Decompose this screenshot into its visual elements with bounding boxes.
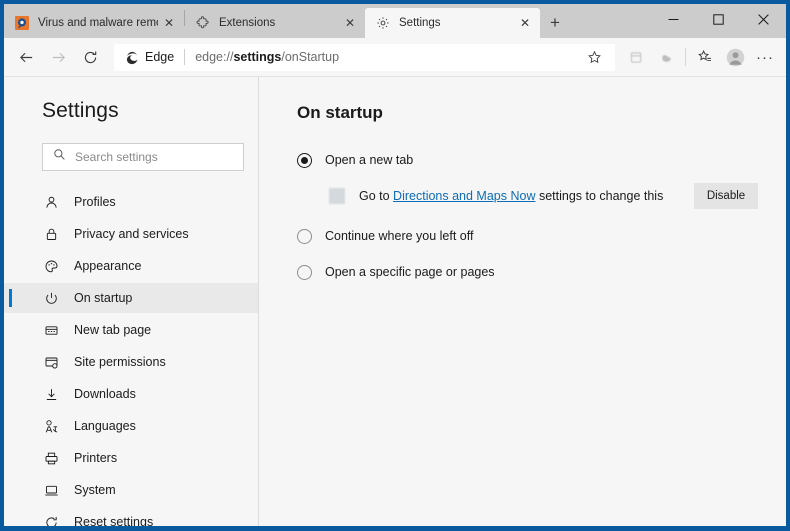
person-icon [42, 195, 60, 210]
sidebar-item-label: Site permissions [74, 355, 166, 369]
sidebar-item-appearance[interactable]: Appearance [4, 251, 258, 281]
sidebar-item-reset-settings[interactable]: Reset settings [4, 507, 258, 526]
gear-icon [375, 15, 391, 31]
maximize-button[interactable] [696, 4, 741, 35]
option-label: Open a new tab [325, 153, 414, 167]
option-label: Open a specific page or pages [325, 265, 495, 279]
option-open-a-specific-page-or-pages[interactable]: Open a specific page or pages [297, 261, 786, 283]
orange-bubble-favicon [14, 15, 30, 31]
sidebar-item-label: On startup [74, 291, 133, 305]
sidebar-item-label: Reset settings [74, 515, 154, 526]
close-button[interactable] [741, 4, 786, 35]
extension-settings-link[interactable]: Directions and Maps Now [393, 189, 535, 203]
sidebar-item-label: Languages [74, 419, 136, 433]
url-host: settings [233, 50, 282, 64]
sidebar-item-label: Profiles [74, 195, 116, 209]
tab-title: Virus and malware removal instr [38, 17, 158, 29]
search-settings-box[interactable] [42, 143, 244, 171]
note-suffix: settings to change this [535, 189, 664, 203]
extension-icon[interactable] [651, 42, 681, 72]
address-bar-url: edge://settings/onStartup [195, 50, 579, 64]
search-input[interactable] [75, 150, 225, 164]
option-label: Continue where you left off [325, 229, 474, 243]
extension-note-text: Go to Directions and Maps Now settings t… [359, 189, 663, 203]
settings-sidebar: Settings Search settings Profiles Privac… [4, 77, 259, 526]
lock-icon [42, 227, 60, 242]
url-prefix: edge:// [195, 50, 234, 64]
download-icon [42, 387, 60, 402]
tab-strip: Virus and malware removal instr ✕ Extens… [4, 4, 786, 38]
note-prefix: Go to [359, 189, 394, 203]
tab-title: Extensions [219, 17, 276, 29]
sidebar-item-on-startup[interactable]: On startup [4, 283, 258, 313]
printer-icon [42, 451, 60, 466]
forward-button [42, 41, 74, 73]
sidebar-item-label: Appearance [74, 259, 142, 273]
settings-page: Settings Search settings Profiles Privac… [4, 77, 786, 526]
back-button[interactable] [10, 41, 42, 73]
languages-icon [42, 419, 60, 434]
tab-virus-and-malware[interactable]: Virus and malware removal instr ✕ [4, 8, 184, 38]
radio-button[interactable] [297, 228, 312, 244]
collections-icon[interactable] [621, 42, 651, 72]
sidebar-item-privacy-and-services[interactable]: Privacy and services [4, 219, 258, 249]
sidebar-item-system[interactable]: System [4, 475, 258, 505]
refresh-button[interactable] [74, 41, 106, 73]
profile-avatar-icon[interactable] [720, 42, 750, 72]
browser-window-inner: Virus and malware removal instr ✕ Extens… [4, 4, 786, 526]
tab-close-button[interactable]: ✕ [514, 12, 536, 34]
sidebar-item-site-permissions[interactable]: Site permissions [4, 347, 258, 377]
sidebar-item-languages[interactable]: Languages [4, 411, 258, 441]
url-path: /onStartup [281, 50, 340, 64]
power-icon [42, 291, 60, 306]
radio-button[interactable] [297, 152, 312, 168]
tab-close-button[interactable]: ✕ [158, 12, 180, 34]
system-icon [42, 483, 60, 498]
search-icon [53, 148, 66, 166]
sidebar-item-downloads[interactable]: Downloads [4, 379, 258, 409]
sidebar-item-new-tab-page[interactable]: New tab page [4, 315, 258, 345]
extension-note: Go to Directions and Maps Now settings t… [297, 181, 786, 211]
tab-close-button[interactable]: ✕ [339, 12, 361, 34]
sidebar-item-profiles[interactable]: Profiles [4, 187, 258, 217]
sidebar-item-label: New tab page [74, 323, 152, 337]
edge-logo-icon [126, 51, 138, 64]
option-open-a-new-tab[interactable]: Open a new tab [297, 149, 786, 171]
reset-icon [42, 515, 60, 526]
sidebar-item-label: Printers [74, 451, 118, 465]
extension-note-row: Go to Directions and Maps Now settings t… [297, 181, 786, 211]
edge-brand-label: Edge [145, 50, 175, 64]
new-tab-page-icon [42, 323, 60, 338]
browser-window: Virus and malware removal instr ✕ Extens… [0, 0, 790, 531]
sidebar-item-label: Privacy and services [74, 227, 189, 241]
window-controls [651, 4, 786, 35]
option-continue-where-you-left-off[interactable]: Continue where you left off [297, 225, 786, 247]
toolbar-divider [685, 48, 686, 66]
settings-content: On startup Open a new tab Go to Directio… [259, 77, 786, 526]
content-title: On startup [297, 103, 383, 122]
star-icon[interactable] [579, 42, 609, 72]
address-bar-divider [184, 49, 186, 65]
sidebar-item-label: System [74, 483, 116, 497]
edge-brand: Edge [124, 50, 174, 65]
sidebar-item-label: Downloads [74, 387, 136, 401]
permissions-icon [42, 355, 60, 370]
settings-nav-list: Profiles Privacy and services Appearance… [4, 187, 258, 526]
favorites-star-list-icon[interactable] [690, 42, 720, 72]
tab-title: Settings [399, 17, 441, 29]
minimize-button[interactable] [651, 4, 696, 35]
palette-icon [42, 259, 60, 274]
address-bar[interactable]: Edge edge://settings/onStartup [114, 42, 615, 72]
disable-button[interactable]: Disable [694, 183, 758, 209]
more-options-button[interactable]: ··· [750, 42, 780, 72]
page-title: Settings [42, 99, 119, 122]
new-tab-button[interactable]: + [540, 9, 570, 37]
sidebar-item-printers[interactable]: Printers [4, 443, 258, 473]
browser-toolbar: Edge edge://settings/onStartup ··· [4, 38, 786, 77]
puzzle-piece-icon [195, 15, 211, 31]
radio-button[interactable] [297, 264, 312, 280]
tab-settings[interactable]: Settings ✕ [365, 8, 540, 38]
extension-tile-icon [329, 188, 345, 204]
tab-extensions[interactable]: Extensions ✕ [185, 8, 365, 38]
